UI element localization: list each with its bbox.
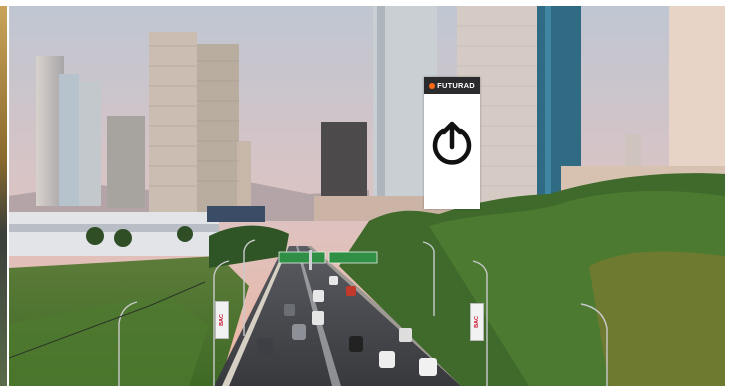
futurad-logo-icon xyxy=(429,82,436,89)
city-highway-photo: FUTURAD BAC BAC xyxy=(9,6,725,386)
billboard-header: FUTURAD xyxy=(424,77,480,94)
bac-sign-left-label: BAC xyxy=(219,314,225,326)
bac-sign-right: BAC xyxy=(470,303,484,341)
futurad-billboard: FUTURAD xyxy=(424,77,480,209)
right-margin xyxy=(726,0,734,390)
scene-illustration xyxy=(9,6,725,386)
upload-power-icon xyxy=(432,121,472,165)
bac-sign-left: BAC xyxy=(215,301,229,339)
billboard-brand-label: FUTURAD xyxy=(437,81,475,90)
screenshot-frame: FUTURAD BAC BAC xyxy=(0,0,734,390)
bac-sign-right-label: BAC xyxy=(474,316,480,328)
adjacent-image-edge xyxy=(0,6,7,386)
